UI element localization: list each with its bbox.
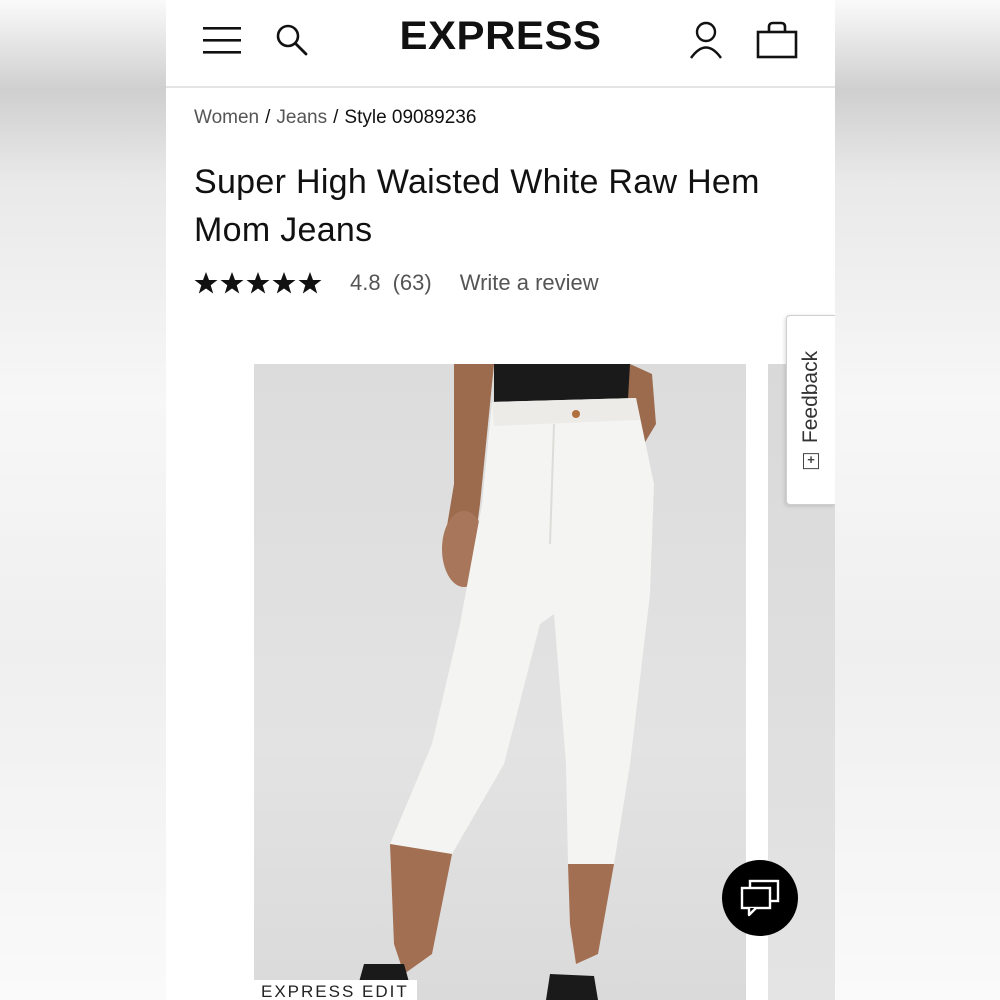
star-icon <box>272 272 296 294</box>
background-blur-left <box>0 0 166 1000</box>
breadcrumb: Women / Jeans / Style 09089236 <box>194 107 476 129</box>
review-count[interactable]: (63) <box>393 270 432 296</box>
breadcrumb-separator: / <box>265 107 271 128</box>
account-icon[interactable] <box>684 18 728 62</box>
chat-button[interactable] <box>722 860 798 936</box>
model-illustration <box>354 364 656 1000</box>
star-icon <box>220 272 244 294</box>
product-image[interactable] <box>254 364 746 1000</box>
star-icon <box>298 272 322 294</box>
star-icon <box>194 272 218 294</box>
star-icon <box>246 272 270 294</box>
shopping-bag-icon[interactable] <box>755 18 799 62</box>
product-page: EXPRESS Women / Jeans / Style 09089236 S… <box>166 0 835 1000</box>
rating-value: 4.8 <box>350 270 381 295</box>
rating-row: 4.8 (63) Write a review <box>194 270 599 296</box>
star-rating[interactable] <box>194 271 322 295</box>
breadcrumb-style-number: Style 09089236 <box>344 107 477 128</box>
feedback-label: Feedback <box>799 350 822 444</box>
express-logo[interactable]: EXPRESS <box>166 14 835 59</box>
write-review-link[interactable]: Write a review <box>460 270 599 296</box>
site-header: EXPRESS <box>166 0 835 88</box>
background-blur-right <box>834 0 1000 1000</box>
express-edit-badge: EXPRESS EDIT <box>254 980 417 1000</box>
product-title: Super High Waisted White Raw Hem Mom Jea… <box>194 158 814 254</box>
breadcrumb-separator: / <box>333 107 339 128</box>
breadcrumb-women[interactable]: Women <box>194 107 259 129</box>
product-title-line-1: Super High Waisted White Raw Hem <box>194 163 760 201</box>
chat-bubbles-icon <box>740 879 780 917</box>
feedback-tab[interactable]: + Feedback <box>786 315 835 505</box>
breadcrumb-jeans[interactable]: Jeans <box>276 107 327 129</box>
product-title-line-2: Mom Jeans <box>194 211 373 249</box>
feedback-plus-icon: + <box>803 452 819 470</box>
